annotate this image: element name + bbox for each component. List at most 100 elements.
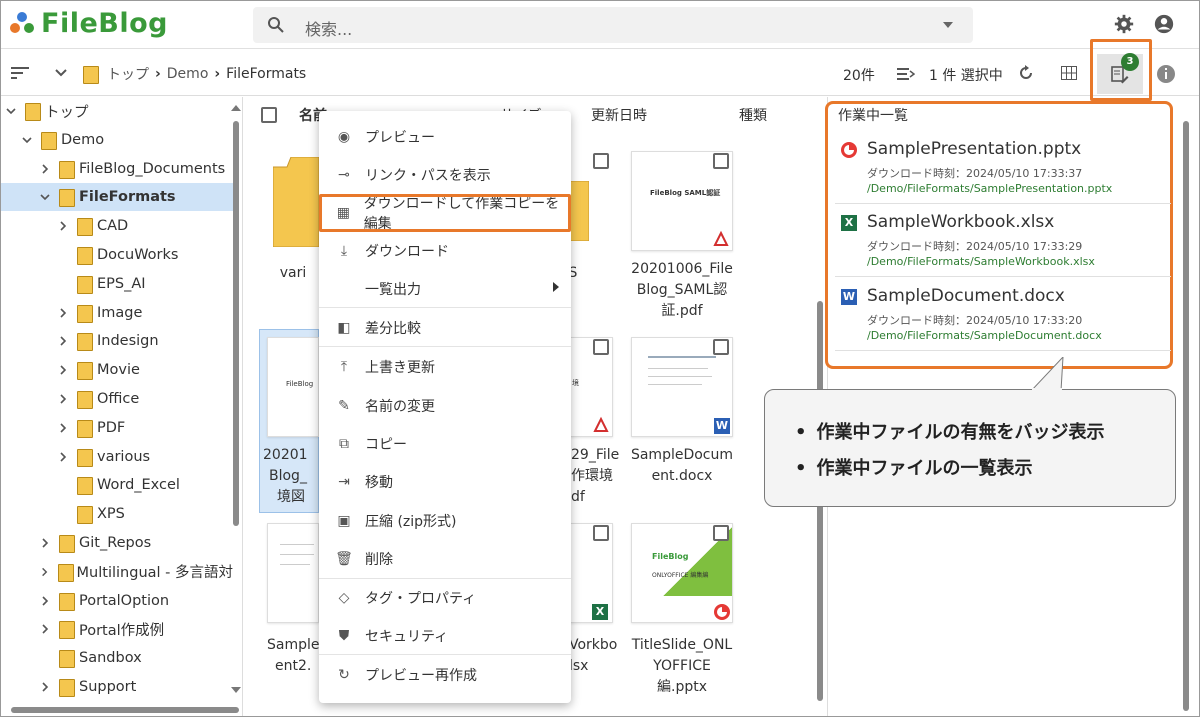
folder-thumbnail-icon[interactable] [273,157,319,247]
chevron-right-icon[interactable] [39,681,51,693]
search-input[interactable]: 検索... [305,16,352,40]
menu-item[interactable]: ⛊ セキュリティ [319,617,571,655]
callout-line-1: • 作業中ファイルの有無をバッジ表示 [795,422,1105,443]
item-checkbox[interactable] [593,339,609,355]
menu-item[interactable]: ◉ プレビュー [319,118,571,156]
chevron-down-icon[interactable] [55,69,67,77]
menu-item[interactable]: ⤒ 上書き更新 [319,348,571,386]
tree-item[interactable]: DocuWorks [1,241,233,269]
select-all-checkbox[interactable] [261,107,277,123]
chevron-right-icon[interactable] [57,364,69,376]
tree-item-label: PDF [97,419,126,436]
tree-item[interactable]: various [1,443,233,471]
pdf-icon [712,230,730,248]
tree-item[interactable]: Image [1,299,233,327]
search-dropdown-icon[interactable] [943,22,953,28]
chevron-right-icon[interactable] [57,220,69,232]
tree-item[interactable]: Movie [1,356,233,384]
account-icon[interactable] [1153,13,1175,35]
file-thumbnail[interactable] [267,523,319,623]
file-thumbnail[interactable]: FileBlog [267,337,319,437]
chevron-right-icon[interactable] [57,335,69,347]
tree-item[interactable]: PDF [1,414,233,442]
menu-item[interactable]: ✎ 名前の変更 [319,387,571,425]
tree-item[interactable]: PortalOption [1,587,233,615]
compare-icon: ◧ [337,320,351,336]
chevron-right-icon[interactable] [57,393,69,405]
work-item-name[interactable]: SamplePresentation.pptx [867,139,1081,159]
tree-item[interactable]: FileFormats [1,183,233,212]
chevron-right-icon[interactable] [39,623,51,635]
column-modified[interactable]: 更新日時 [591,105,647,125]
chevron-right-icon[interactable] [57,307,69,319]
tree-item[interactable]: Word_Excel [1,471,233,499]
work-item-name[interactable]: SampleDocument.docx [867,286,1065,306]
tree-item[interactable]: Support [1,673,233,701]
folder-icon [77,247,93,265]
chevron-down-icon[interactable] [21,134,33,146]
chevron-right-icon[interactable] [39,537,51,549]
refresh-icon[interactable] [1017,64,1035,82]
chevron-right-icon[interactable] [57,422,69,434]
thumb-line [280,554,314,555]
menu-item[interactable]: ⤓ ダウンロード [319,232,571,270]
tree-item[interactable]: Multilingual - 多言語対 [1,558,233,586]
menu-item[interactable]: ⊸ リンク・パスを表示 [319,156,571,194]
breadcrumb-top[interactable]: トップ [107,64,149,84]
menu-item[interactable]: ▦ ダウンロードして作業コピーを編集 [319,194,571,232]
menu-item[interactable]: 一覧出力 [319,270,571,308]
work-item-name[interactable]: SampleWorkbook.xlsx [867,212,1054,232]
search-bar[interactable]: 検索... [253,7,973,43]
folder-thumbnail-icon[interactable] [569,181,589,241]
menu-item[interactable]: ⇥ 移動 [319,463,571,501]
folder-icon [77,304,93,323]
item-checkbox[interactable] [713,153,729,169]
menu-item[interactable]: ⧉ コピー [319,425,571,463]
menu-item[interactable]: ◇ タグ・プロパティ [319,579,571,617]
work-list-item[interactable]: X SampleWorkbook.xlsx ダウンロード時刻：2024/05/10 … [839,212,1169,284]
grid-view-icon[interactable] [1061,66,1077,80]
scroll-down-icon[interactable] [231,687,241,693]
tree-item[interactable]: EPS_AI [1,270,233,298]
tree-scrollbar[interactable] [233,121,239,526]
column-type[interactable]: 種類 [739,105,767,125]
chevron-right-icon[interactable] [39,595,51,607]
logo[interactable]: FileBlog [9,7,168,39]
breadcrumb-demo[interactable]: Demo [167,66,209,82]
item-checkbox[interactable] [713,525,729,541]
item-checkbox[interactable] [593,525,609,541]
chevron-down-icon[interactable] [39,191,51,203]
menu-item[interactable]: 🗑 削除 [319,540,571,578]
chevron-down-icon[interactable] [5,105,17,117]
chevron-right-icon[interactable] [57,451,69,463]
tree-item[interactable]: CAD [1,212,233,240]
tree-horizontal-scrollbar[interactable] [11,707,239,713]
menu-item[interactable]: ▣ 圧縮 (zip形式) [319,502,571,540]
scroll-up-icon[interactable] [231,105,241,111]
file-name-line: ent2. [275,658,312,674]
chevron-right-icon[interactable] [39,163,51,175]
tree-item[interactable]: Demo [1,126,233,154]
tree-item[interactable]: Office [1,385,233,413]
item-checkbox[interactable] [713,339,729,355]
file-name[interactable]: vari [263,263,323,284]
tree-item[interactable]: Sandbox [1,644,233,672]
item-checkbox[interactable] [593,153,609,169]
work-list-item[interactable]: W SampleDocument.docx ダウンロード時刻：2024/05/10 … [839,286,1169,358]
work-list-item[interactable]: SamplePresentation.pptx ダウンロード時刻：2024/05/… [839,139,1169,211]
tree-item[interactable]: トップ [1,97,233,125]
gear-icon[interactable] [1113,13,1135,35]
eye-icon: ◉ [337,129,351,145]
panel-scrollbar[interactable] [1183,121,1189,711]
selection-list-icon[interactable] [897,67,915,81]
menu-item[interactable]: ↻ プレビュー再作成 [319,656,571,694]
info-icon[interactable] [1156,64,1176,84]
chevron-right-icon[interactable] [39,566,50,578]
tree-item[interactable]: Git_Repos [1,529,233,557]
tree-item[interactable]: XPS [1,500,233,528]
tree-item[interactable]: Portal作成例 [1,615,233,643]
tree-item[interactable]: FileBlog_Documents [1,155,233,183]
menu-item[interactable]: ◧ 差分比較 [319,309,571,347]
tree-item[interactable]: Indesign [1,327,233,355]
sort-icon[interactable] [11,67,29,79]
